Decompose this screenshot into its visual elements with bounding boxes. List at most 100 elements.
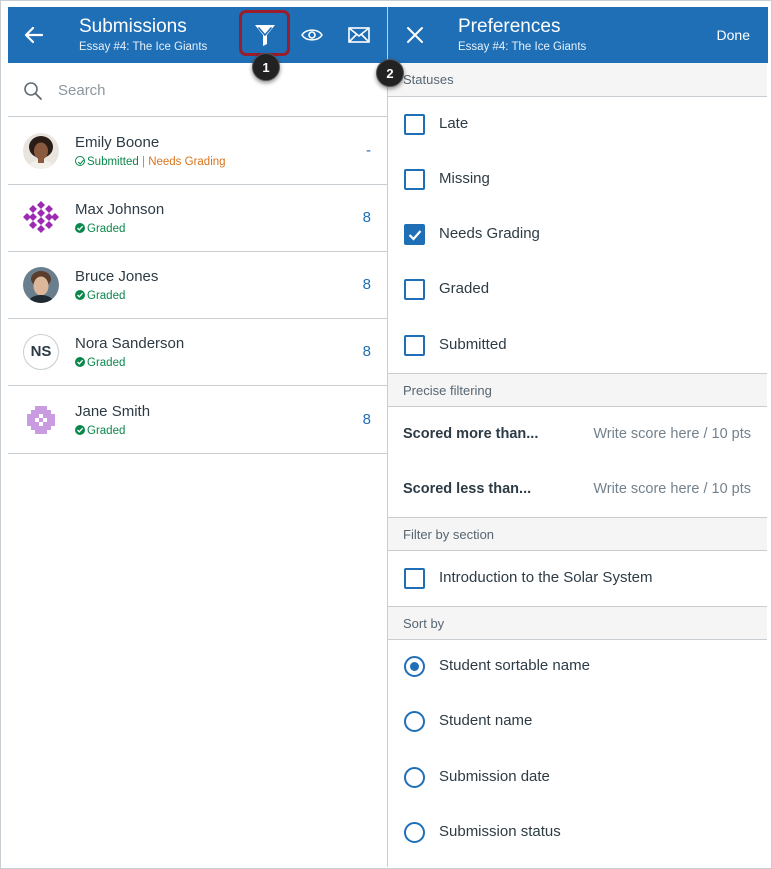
scored-less-than-row: Scored less than...: [388, 462, 767, 517]
student-name: Bruce Jones: [75, 268, 159, 285]
assignment-subtitle: Essay #4: The Ice Giants: [79, 41, 208, 53]
graded-check-icon: [75, 425, 85, 435]
submission-status: Graded: [75, 424, 125, 438]
option-label: Introduction to the Solar System: [439, 569, 653, 586]
score-min-input[interactable]: [561, 423, 751, 445]
student-score: -: [366, 142, 371, 159]
eye-icon[interactable]: [300, 24, 324, 46]
sort-option-student-name[interactable]: Student name: [388, 694, 767, 749]
student-name: Jane Smith: [75, 403, 151, 420]
section-header-label: Sort by: [403, 616, 445, 631]
student-score: 8: [362, 411, 371, 428]
avatar-initials: NS: [23, 334, 59, 370]
status-graded: Graded: [87, 223, 126, 235]
radio[interactable]: [404, 822, 425, 843]
option-label: Graded: [439, 280, 490, 297]
sort-option-sortable-name[interactable]: Student sortable name: [388, 639, 767, 694]
preferences-header: Preferences Essay #4: The Ice Giants Don…: [388, 7, 768, 63]
submissions-header: Submissions Essay #4: The Ice Giants: [8, 7, 387, 63]
student-row[interactable]: Bruce Jones Graded 8: [8, 252, 387, 319]
close-icon[interactable]: [406, 26, 424, 44]
status-graded: Graded: [87, 357, 126, 369]
section-header-statuses: Statuses: [388, 63, 767, 97]
filter-button[interactable]: [239, 10, 290, 56]
status-option-missing[interactable]: Missing: [388, 152, 767, 207]
score-max-input[interactable]: [561, 478, 751, 500]
student-row[interactable]: Max Johnson Graded 8: [8, 185, 387, 252]
checkbox[interactable]: [404, 335, 425, 356]
back-arrow-icon[interactable]: [22, 23, 46, 47]
submission-status: Graded: [75, 356, 125, 370]
status-option-late[interactable]: Late: [388, 97, 767, 152]
preferences-pane: Preferences Essay #4: The Ice Giants Don…: [387, 7, 768, 867]
status-submitted: Submitted: [87, 156, 139, 168]
preferences-title: Preferences: [458, 16, 561, 37]
checkbox[interactable]: [404, 114, 425, 135]
status-option-submitted[interactable]: Submitted: [388, 318, 767, 373]
submission-status: Graded: [75, 289, 125, 303]
submissions-pane: Submissions Essay #4: The Ice Giants Sea…: [8, 7, 387, 867]
student-name: Max Johnson: [75, 201, 165, 218]
section-header-sort-by: Sort by: [388, 606, 767, 640]
graded-check-icon: [75, 357, 85, 367]
option-label: Needs Grading: [439, 225, 540, 242]
avatar: [23, 133, 59, 169]
student-row[interactable]: NS Nora Sanderson Graded 8: [8, 319, 387, 386]
mail-icon[interactable]: [347, 25, 371, 45]
search-input[interactable]: [58, 78, 368, 102]
radio-selected[interactable]: [404, 656, 425, 677]
student-score: 8: [362, 276, 371, 293]
option-label: Late: [439, 115, 469, 132]
avatar: [23, 200, 59, 236]
search-bar: [8, 63, 387, 117]
page-title: Submissions: [79, 16, 187, 37]
section-header-label: Precise filtering: [403, 383, 492, 398]
checkbox[interactable]: [404, 169, 425, 190]
callout-badge-2: 2: [376, 59, 404, 87]
sort-option-submission-date[interactable]: Submission date: [388, 750, 767, 805]
section-header-precise-filtering: Precise filtering: [388, 373, 767, 407]
student-row[interactable]: Emily Boone Submitted | Needs Grading -: [8, 118, 387, 185]
graded-check-icon: [75, 290, 85, 300]
checkmark-icon: [408, 230, 422, 241]
radio[interactable]: [404, 711, 425, 732]
submission-status: Submitted | Needs Grading: [75, 155, 226, 169]
status-needs-grading: Needs Grading: [148, 156, 226, 168]
radio[interactable]: [404, 767, 425, 788]
checkbox[interactable]: [404, 279, 425, 300]
scored-more-than-row: Scored more than...: [388, 407, 767, 462]
avatar: [23, 402, 59, 438]
graded-check-icon: [75, 223, 85, 233]
student-score: 8: [362, 343, 371, 360]
assignment-subtitle: Essay #4: The Ice Giants: [458, 41, 587, 53]
student-row[interactable]: Jane Smith Graded 8: [8, 387, 387, 454]
status-option-needs-grading[interactable]: Needs Grading: [388, 207, 767, 262]
avatar: [23, 267, 59, 303]
status-graded: Graded: [87, 290, 126, 302]
done-button[interactable]: Done: [717, 27, 750, 43]
filter-icon: [255, 25, 275, 46]
option-label: Student name: [439, 712, 533, 729]
filter-label: Scored more than...: [403, 426, 539, 442]
checkbox[interactable]: [404, 568, 425, 589]
callout-badge-1: 1: [252, 53, 280, 81]
section-header-label: Statuses: [403, 72, 454, 87]
section-option[interactable]: Introduction to the Solar System: [388, 551, 767, 606]
section-header-filter-by-section: Filter by section: [388, 517, 767, 551]
student-name: Nora Sanderson: [75, 335, 185, 352]
status-graded: Graded: [87, 425, 126, 437]
status-separator: |: [141, 156, 145, 168]
submitted-check-icon: [75, 156, 85, 166]
section-header-label: Filter by section: [403, 527, 495, 542]
filter-label: Scored less than...: [403, 481, 532, 497]
submission-status: Graded: [75, 222, 125, 236]
search-icon: [24, 82, 42, 100]
checkbox-checked[interactable]: [404, 224, 425, 245]
status-option-graded[interactable]: Graded: [388, 262, 767, 317]
option-label: Submitted: [439, 336, 507, 353]
app-frame: Submissions Essay #4: The Ice Giants Sea…: [0, 0, 772, 869]
sort-option-submission-status[interactable]: Submission status: [388, 805, 767, 860]
option-label: Submission status: [439, 823, 561, 840]
option-label: Missing: [439, 170, 490, 187]
option-label: Submission date: [439, 768, 550, 785]
